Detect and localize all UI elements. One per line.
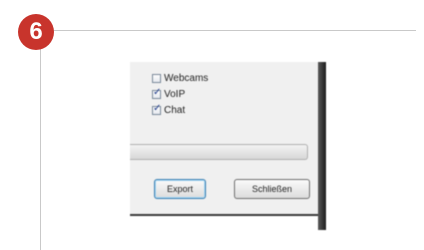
checkbox-row-webcams[interactable]: Webcams bbox=[152, 72, 208, 84]
checkbox-label-webcams: Webcams bbox=[164, 72, 209, 84]
checkbox-row-chat[interactable]: Chat bbox=[152, 103, 186, 116]
close-button[interactable]: Schließen bbox=[234, 179, 310, 199]
dialog-screenshot: Webcams VoIP Chat Export Schließen bbox=[130, 62, 326, 230]
frame-left-line bbox=[40, 30, 41, 250]
checkbox-voip[interactable] bbox=[152, 87, 161, 99]
dialog-right-border bbox=[318, 62, 326, 230]
frame-top-line bbox=[40, 30, 416, 31]
checkbox-label-chat: Chat bbox=[164, 104, 186, 116]
step-number-badge: 6 bbox=[18, 14, 54, 50]
checkbox-chat[interactable] bbox=[152, 103, 161, 115]
checkbox-webcams[interactable] bbox=[152, 73, 161, 83]
checkbox-label-voip: VoIP bbox=[164, 88, 186, 100]
progress-bar bbox=[130, 144, 308, 160]
checkbox-row-voip[interactable]: VoIP bbox=[152, 87, 186, 100]
export-button[interactable]: Export bbox=[154, 179, 206, 199]
dialog-outside-area bbox=[130, 216, 326, 230]
